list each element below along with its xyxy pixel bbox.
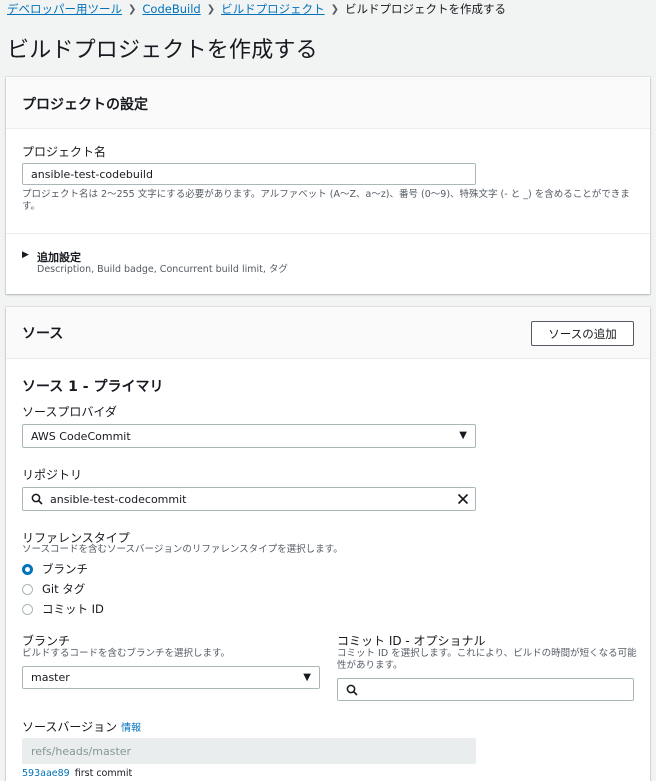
commit-hash-link[interactable]: 593aae89: [22, 768, 70, 779]
commit-id-label: コミット ID - オプショナル: [337, 634, 486, 648]
branch-value: master: [31, 671, 70, 684]
source-version-label-text: ソースバージョン: [22, 720, 118, 734]
source-version-input: refs/heads/master: [22, 738, 476, 764]
branch-select[interactable]: master ▼: [22, 666, 320, 689]
project-name-label: プロジェクト名: [22, 145, 107, 159]
add-source-button[interactable]: ソースの追加: [531, 321, 634, 346]
project-name-value: ansible-test-codebuild: [31, 167, 153, 181]
radio-git-tag[interactable]: Git タグ: [22, 581, 85, 597]
radio-selected-icon: [22, 563, 33, 575]
radio-branch-label: ブランチ: [42, 562, 88, 576]
caret-down-icon: ▼: [459, 430, 467, 441]
commit-id-desc: コミット ID を選択します。これにより、ビルドの時間が短くなる可能性があります…: [337, 648, 637, 671]
project-settings-header: プロジェクトの設定: [6, 77, 650, 129]
commit-message: first commit: [74, 768, 133, 779]
chevron-right-icon: ❯: [330, 3, 339, 15]
commit-id-input[interactable]: [337, 678, 634, 701]
clear-icon[interactable]: [457, 493, 469, 505]
branch-label: ブランチ: [22, 634, 71, 648]
repository-input[interactable]: ansible-test-codecommit: [22, 487, 476, 511]
source-version-commit: 593aae89 first commit: [22, 768, 132, 779]
source-provider-value: AWS CodeCommit: [31, 429, 131, 443]
chevron-right-icon: ❯: [206, 3, 216, 15]
additional-settings-title: 追加設定: [37, 251, 81, 264]
radio-unselected-icon: [22, 583, 33, 595]
radio-git-tag-label: Git タグ: [42, 582, 86, 596]
branch-desc: ビルドするコードを含むブランチを選択します。: [22, 648, 231, 659]
radio-commit-id[interactable]: コミット ID: [22, 601, 104, 617]
search-icon: [346, 684, 358, 696]
repository-label: リポジトリ: [22, 468, 83, 482]
page-title: ビルドプロジェクトを作成する: [7, 38, 318, 63]
reference-type-desc: ソースコードを含むソースバージョンのリファレンスタイプを選択します。: [22, 544, 343, 555]
source-panel: ソース ソースの追加 ソース 1 - プライマリ ソースプロバイダ AWS Co…: [6, 307, 650, 781]
project-name-input[interactable]: ansible-test-codebuild: [22, 163, 476, 185]
search-icon: [31, 493, 43, 505]
breadcrumb-codebuild[interactable]: CodeBuild: [142, 2, 200, 16]
source-version-info-link[interactable]: 情報: [121, 723, 141, 734]
caret-right-icon: ▶: [22, 250, 29, 260]
source-title: ソース: [22, 326, 64, 342]
additional-settings-desc: Description, Build badge, Concurrent bui…: [37, 264, 288, 275]
caret-down-icon: ▼: [303, 672, 311, 683]
breadcrumb-developer-tools[interactable]: デベロッパー用ツール: [7, 1, 122, 17]
breadcrumb-current: ビルドプロジェクトを作成する: [344, 2, 506, 16]
source-header: ソース ソースの追加: [6, 307, 650, 359]
radio-commit-id-label: コミット ID: [42, 602, 104, 616]
chevron-right-icon: ❯: [128, 3, 137, 15]
radio-unselected-icon: [22, 603, 33, 615]
project-settings-panel: プロジェクトの設定 プロジェクト名 ansible-test-codebuild…: [6, 77, 650, 294]
radio-branch[interactable]: ブランチ: [22, 561, 88, 577]
project-settings-title: プロジェクトの設定: [22, 97, 148, 113]
source-primary-title: ソース 1 - プライマリ: [22, 379, 164, 395]
source-version-value: refs/heads/master: [31, 744, 132, 758]
additional-settings-toggle[interactable]: ▶ 追加設定 Description, Build badge, Concurr…: [22, 249, 422, 279]
source-provider-select[interactable]: AWS CodeCommit ▼: [22, 424, 476, 448]
project-name-hint: プロジェクト名は 2〜255 文字にする必要があります。アルファベット (A〜Z…: [22, 189, 630, 212]
source-provider-label: ソースプロバイダ: [22, 405, 117, 419]
section-divider: [6, 233, 650, 234]
breadcrumb: デベロッパー用ツール ❯ CodeBuild ❯ ビルドプロジェクト ❯ ビルド…: [7, 1, 506, 17]
repository-value: ansible-test-codecommit: [50, 492, 187, 506]
source-version-label: ソースバージョン 情報: [22, 718, 141, 735]
breadcrumb-build-projects[interactable]: ビルドプロジェクト: [221, 1, 325, 17]
